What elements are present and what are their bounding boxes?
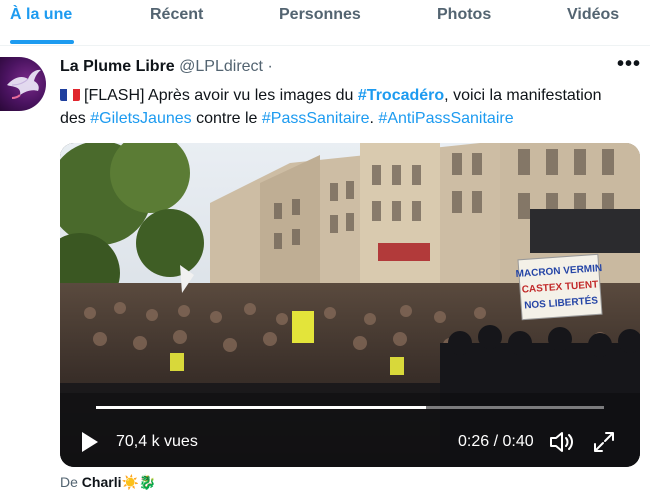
tweet-text-part2: , voici la manifestation <box>444 87 602 104</box>
tweet-text-part3: des <box>60 110 91 127</box>
credit-prefix: De <box>60 474 82 490</box>
credit-emojis: ☀️🐉 <box>121 474 157 490</box>
hashtag-antipasssanitaire[interactable]: #AntiPassSanitaire <box>378 110 513 127</box>
hashtag-giletsjaunes[interactable]: #GiletsJaunes <box>90 110 191 127</box>
tab-top[interactable]: À la une <box>10 6 72 28</box>
tab-people[interactable]: Personnes <box>279 6 361 28</box>
avatar[interactable] <box>0 57 46 111</box>
video-progress-bar[interactable] <box>96 406 604 409</box>
tweet-text-flash: [FLASH] Après avoir vu les images du <box>84 87 358 104</box>
hashtag-trocadero[interactable]: #Trocadéro <box>358 87 444 104</box>
video-player[interactable]: MACRON VERMIN CASTEX TUENT NOS LIBERTÉS … <box>60 143 640 467</box>
video-frame: MACRON VERMIN CASTEX TUENT NOS LIBERTÉS <box>60 143 640 467</box>
author-handle[interactable]: @LPLdirect <box>179 58 263 75</box>
hashtag-passsanitaire[interactable]: #PassSanitaire <box>262 110 370 127</box>
tab-videos[interactable]: Vidéos <box>567 6 619 28</box>
credit-name[interactable]: Charli <box>82 474 122 490</box>
tab-photos[interactable]: Photos <box>437 6 491 28</box>
separator-dot: · <box>267 58 273 75</box>
video-credit: De Charli☀️🐉 <box>60 474 156 491</box>
more-options-button[interactable]: ••• <box>616 54 642 78</box>
video-time: 0:26 / 0:40 <box>458 433 534 450</box>
view-count: 70,4 k vues <box>116 433 198 450</box>
volume-icon[interactable] <box>548 429 576 455</box>
author-name[interactable]: La Plume Libre <box>60 58 175 75</box>
tweet-text-part4: contre le <box>191 110 262 127</box>
search-tabs: À la une Récent Personnes Photos Vidéos <box>0 0 650 46</box>
active-tab-indicator <box>10 40 74 44</box>
tab-latest[interactable]: Récent <box>150 6 203 28</box>
video-progress-fill <box>96 406 427 409</box>
dove-icon <box>7 69 41 99</box>
play-icon[interactable] <box>76 429 102 455</box>
france-flag-icon <box>60 87 80 101</box>
tweet-text: [FLASH] Après avoir vu les images du #Tr… <box>60 84 640 130</box>
tweet-author-line: La Plume Libre @LPLdirect · 2h <box>60 58 476 365</box>
fullscreen-icon[interactable] <box>592 430 616 454</box>
